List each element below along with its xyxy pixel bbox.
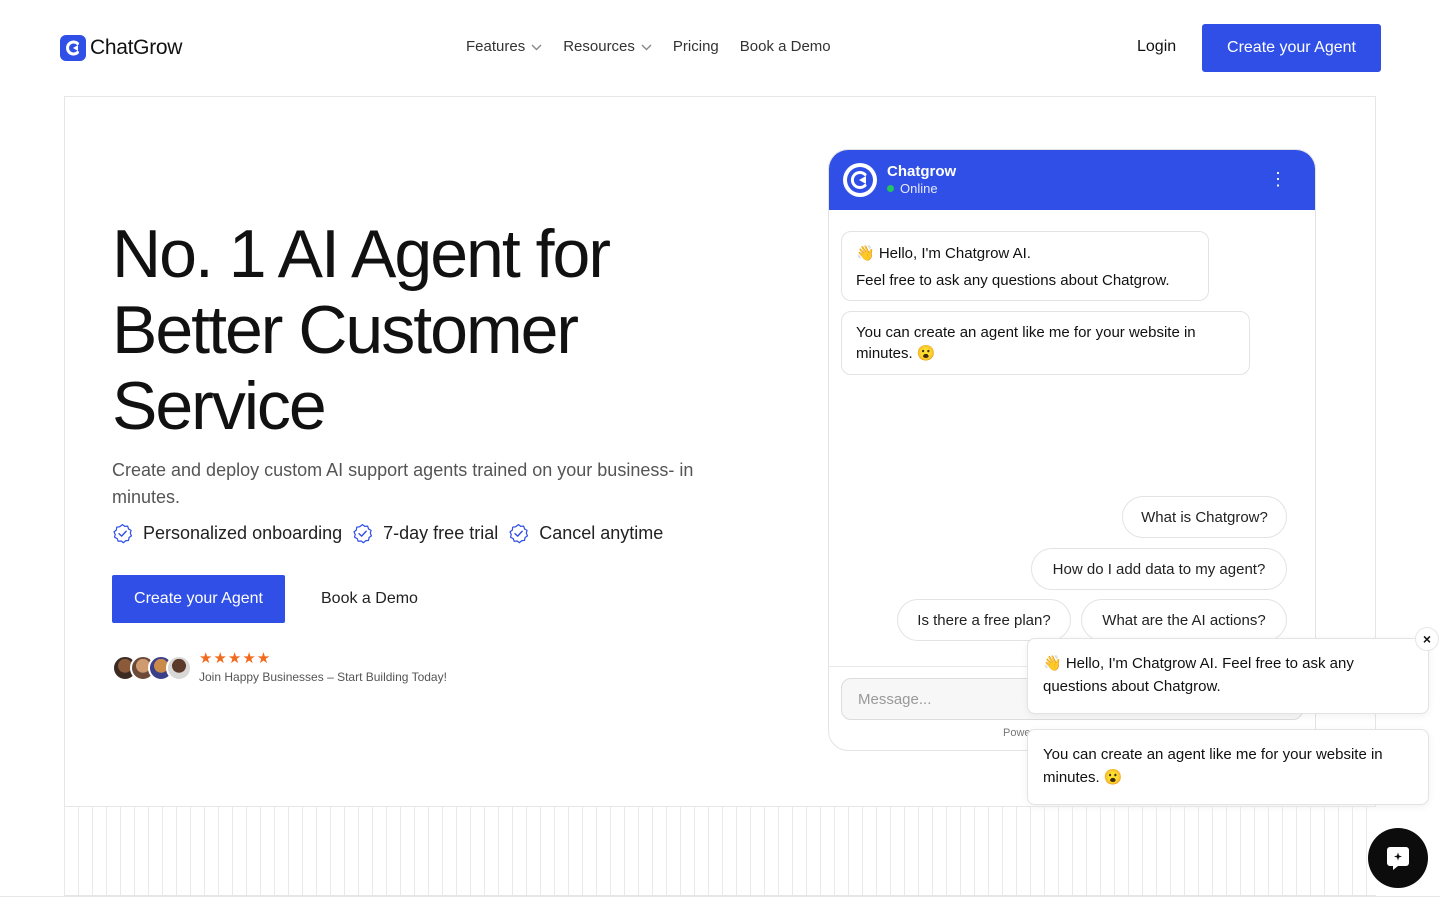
social-proof-text: Join Happy Businesses – Start Building T… xyxy=(199,670,447,684)
brand-logo[interactable]: ChatGrow xyxy=(60,35,182,61)
chat-header: Chatgrow Online ⋮ xyxy=(829,150,1315,210)
feature-item: Cancel anytime xyxy=(508,523,663,544)
hero-title: No. 1 AI Agent for Better Customer Servi… xyxy=(112,216,611,444)
chatgrow-logo-icon xyxy=(847,167,873,193)
verified-check-icon xyxy=(508,523,529,544)
chat-status-label: Online xyxy=(900,181,938,196)
create-agent-button-nav[interactable]: Create your Agent xyxy=(1202,24,1381,72)
verified-check-icon xyxy=(352,523,373,544)
divider xyxy=(0,896,1440,897)
create-agent-button[interactable]: Create your Agent xyxy=(112,575,285,623)
suggestion-chip[interactable]: What is Chatgrow? xyxy=(1122,496,1287,538)
nav-resources-label: Resources xyxy=(563,38,635,55)
suggestion-chip[interactable]: Is there a free plan? xyxy=(897,599,1071,641)
chat-status: Online xyxy=(887,181,938,196)
feature-label: Cancel anytime xyxy=(539,523,664,543)
nav-pricing[interactable]: Pricing xyxy=(673,38,719,55)
chat-popup-message[interactable]: You can create an agent like me for your… xyxy=(1027,729,1429,805)
chat-message: 👋 Hello, I'm Chatgrow AI. Feel free to a… xyxy=(841,231,1209,301)
feature-item: 7-day free trial xyxy=(352,523,498,544)
verified-check-icon xyxy=(112,523,133,544)
suggestion-chip[interactable]: How do I add data to my agent? xyxy=(1031,548,1287,590)
online-dot-icon xyxy=(887,185,894,192)
feature-list: Personalized onboarding 7-day free trial… xyxy=(112,523,673,544)
chat-message-line: Feel free to ask any questions about Cha… xyxy=(856,272,1170,289)
decorative-stripe xyxy=(64,806,1376,896)
chat-popup-message[interactable]: 👋 Hello, I'm Chatgrow AI. Feel free to a… xyxy=(1027,638,1429,714)
chat-launcher-button[interactable] xyxy=(1368,828,1428,888)
nav-features-label: Features xyxy=(466,38,526,55)
chat-message-line: 👋 Hello, I'm Chatgrow AI. xyxy=(856,245,1031,262)
book-demo-button[interactable]: Book a Demo xyxy=(321,590,418,608)
more-options-icon[interactable]: ⋮ xyxy=(1269,170,1287,188)
customer-avatars xyxy=(112,655,192,681)
chat-sparkle-icon xyxy=(1387,847,1409,870)
rating-stars: ★★★★★ xyxy=(199,650,272,667)
brand-name: ChatGrow xyxy=(90,36,183,59)
nav-resources[interactable]: Resources xyxy=(563,38,652,55)
feature-label: Personalized onboarding xyxy=(143,523,343,543)
nav-links: Features Resources Pricing Book a Demo xyxy=(466,38,852,55)
chat-message: You can create an agent like me for your… xyxy=(841,311,1250,375)
feature-item: Personalized onboarding xyxy=(112,523,342,544)
feature-label: 7-day free trial xyxy=(383,523,499,543)
nav-features[interactable]: Features xyxy=(466,38,542,55)
chat-bot-name: Chatgrow xyxy=(887,163,957,180)
avatar xyxy=(166,655,192,681)
top-nav: ChatGrow Features Resources Pricing Book… xyxy=(0,0,1440,96)
login-link[interactable]: Login xyxy=(1137,38,1176,56)
logo-icon xyxy=(60,35,86,61)
chevron-down-icon xyxy=(641,38,652,55)
nav-book-demo[interactable]: Book a Demo xyxy=(740,38,831,55)
hero-subtitle: Create and deploy custom AI support agen… xyxy=(112,460,694,507)
close-popup-button[interactable]: × xyxy=(1415,627,1439,651)
chat-avatar xyxy=(843,163,877,197)
suggestion-chip[interactable]: What are the AI actions? xyxy=(1081,599,1287,641)
chevron-down-icon xyxy=(531,38,542,55)
